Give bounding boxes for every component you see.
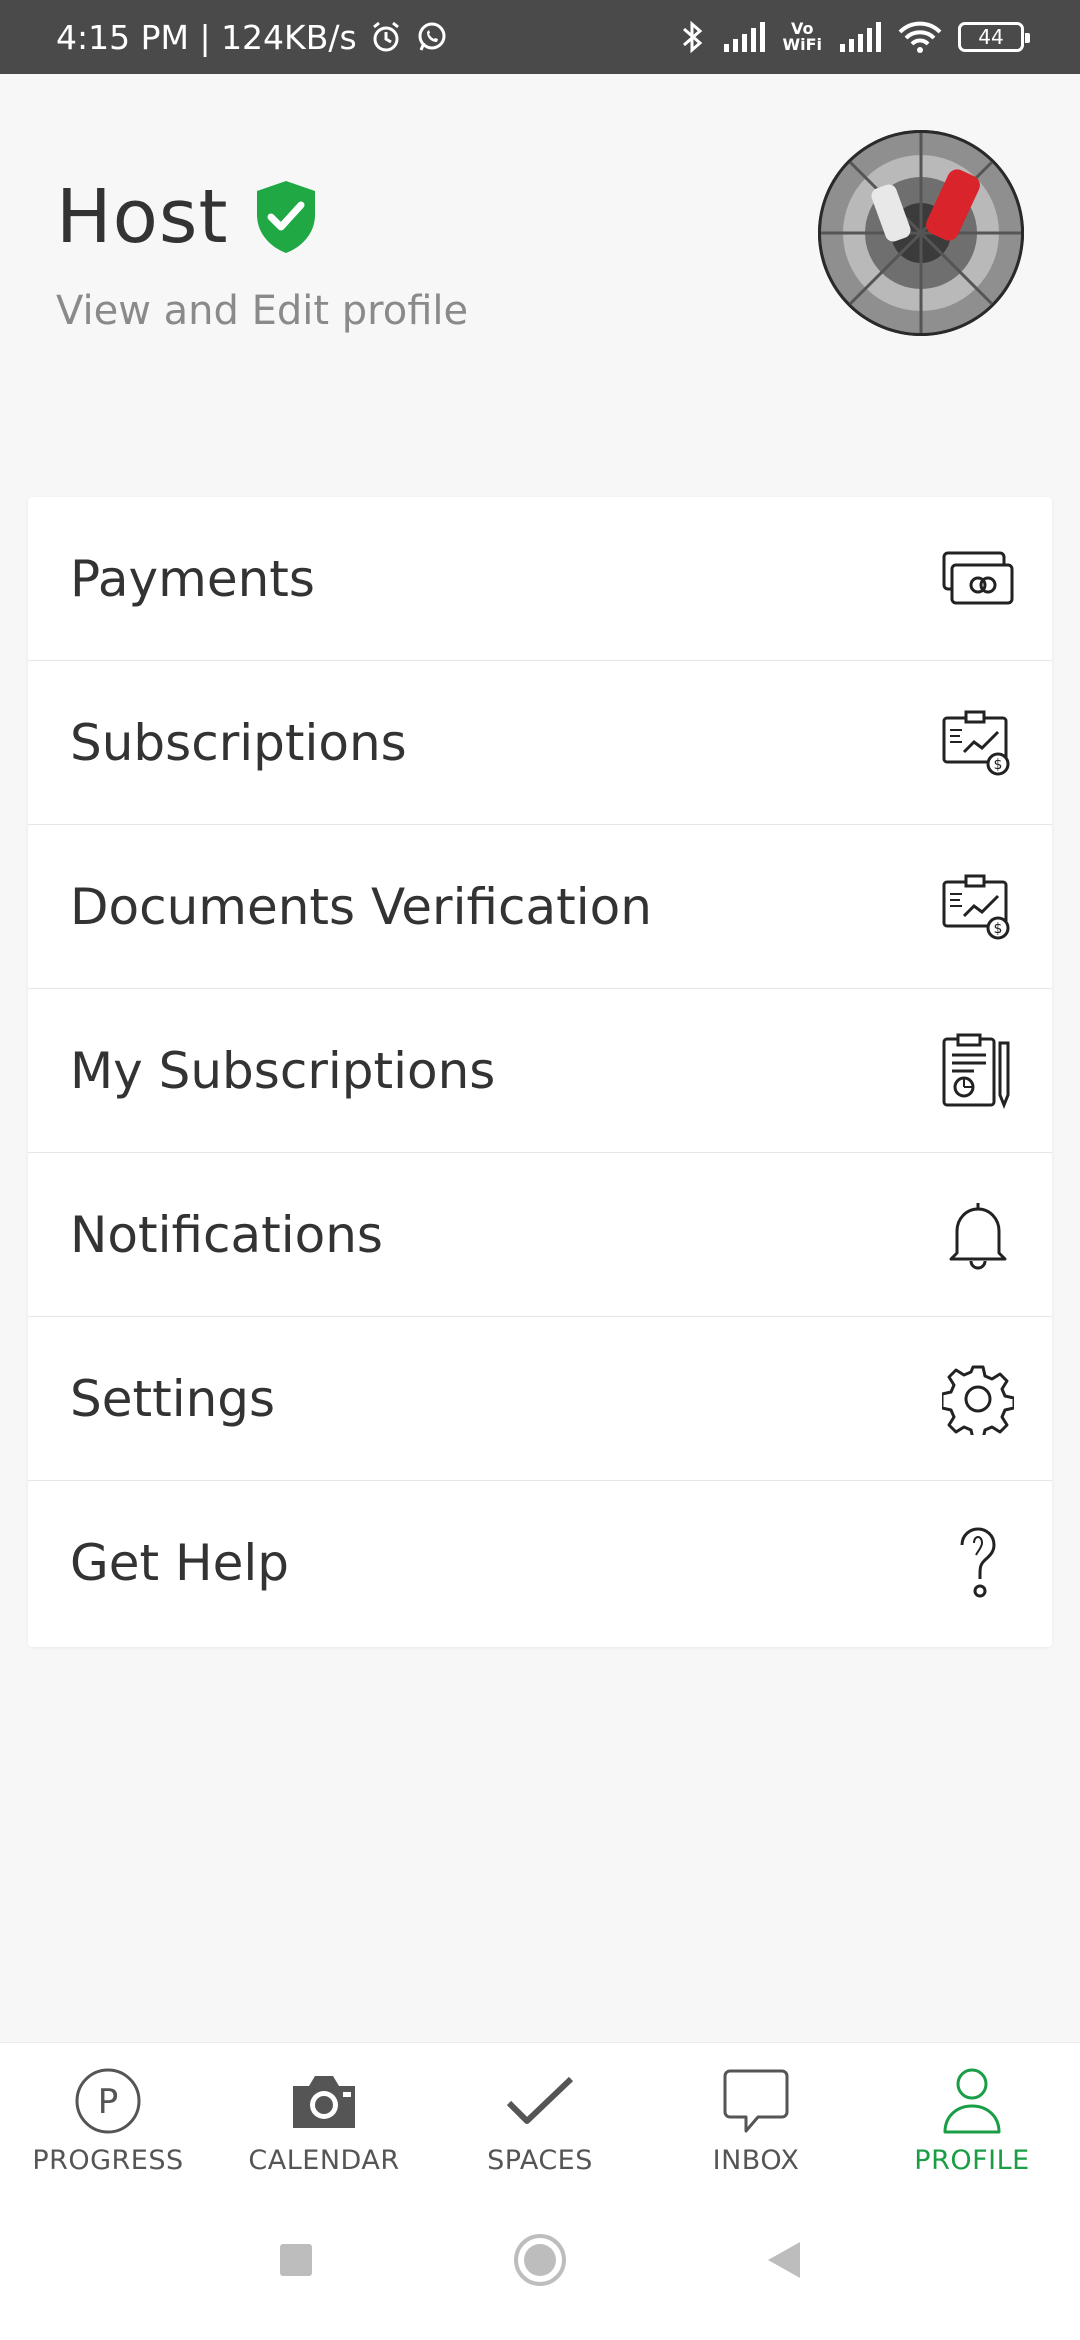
check-icon (504, 2065, 576, 2137)
status-bar: 4:15 PM | 124KB/s Vo WiFi 44 (0, 0, 1080, 74)
menu-item-label: Payments (70, 549, 315, 608)
menu-item-label: My Subscriptions (70, 1041, 496, 1100)
home-button[interactable] (510, 2230, 570, 2290)
nav-spaces[interactable]: SPACES (432, 2043, 648, 2183)
menu-item-label: Subscriptions (70, 713, 407, 772)
back-button[interactable] (754, 2230, 814, 2290)
signal-icon (722, 20, 766, 54)
bottom-nav: P PROGRESS CALENDAR SPACES INBOX PROFILE (0, 2042, 1080, 2182)
menu-item-label: Settings (70, 1369, 276, 1428)
menu-item-my-subscriptions[interactable]: My Subscriptions (28, 989, 1052, 1153)
signal-icon-2 (838, 20, 882, 54)
svg-text:$: $ (994, 757, 1003, 773)
bluetooth-icon (680, 19, 706, 55)
nav-label: PROGRESS (32, 2145, 184, 2176)
nav-profile[interactable]: PROFILE (864, 2043, 1080, 2183)
person-icon (936, 2065, 1008, 2137)
status-time-speed: 4:15 PM | 124KB/s (56, 17, 357, 57)
whatsapp-icon (415, 20, 449, 54)
menu-item-documents-verification[interactable]: Documents Verification $ (28, 825, 1052, 989)
view-edit-profile-link[interactable]: View and Edit profile (56, 288, 468, 334)
menu-item-settings[interactable]: Settings (28, 1317, 1052, 1481)
wifi-icon (898, 20, 942, 54)
nav-label: INBOX (712, 2145, 800, 2176)
verified-shield-icon (253, 179, 319, 255)
question-icon (938, 1523, 1018, 1603)
chat-bubble-icon (720, 2065, 792, 2137)
avatar[interactable] (818, 130, 1024, 336)
svg-text:P: P (98, 2082, 119, 2122)
menu-item-label: Documents Verification (70, 877, 652, 936)
nav-progress[interactable]: P PROGRESS (0, 2043, 216, 2183)
camera-icon (288, 2065, 360, 2137)
recents-button[interactable] (266, 2230, 326, 2290)
clipboard-pen-icon (938, 1031, 1018, 1111)
nav-inbox[interactable]: INBOX (648, 2043, 864, 2183)
svg-text:$: $ (994, 921, 1003, 937)
nav-label: CALENDAR (248, 2145, 400, 2176)
profile-title: Host (56, 174, 319, 260)
parking-icon: P (72, 2065, 144, 2137)
status-left: 4:15 PM | 124KB/s (56, 0, 449, 74)
menu-item-label: Get Help (70, 1534, 289, 1592)
report-dollar-icon: $ (938, 867, 1018, 947)
gear-icon (938, 1359, 1018, 1439)
bell-icon (938, 1195, 1018, 1275)
profile-header: Host View and Edit profile (0, 74, 1080, 434)
vowifi-icon: Vo WiFi (782, 19, 822, 54)
nav-label: PROFILE (914, 2145, 1030, 2176)
status-right: Vo WiFi 44 (680, 0, 1030, 74)
system-nav-bar (0, 2182, 1080, 2340)
nav-label: SPACES (487, 2145, 593, 2176)
menu-item-subscriptions[interactable]: Subscriptions $ (28, 661, 1052, 825)
menu-item-notifications[interactable]: Notifications (28, 1153, 1052, 1317)
nav-calendar[interactable]: CALENDAR (216, 2043, 432, 2183)
menu-item-label: Notifications (70, 1205, 383, 1264)
profile-menu: Payments Subscriptions $ Documents Verif… (28, 497, 1052, 1647)
profile-name: Host (56, 174, 229, 260)
menu-item-payments[interactable]: Payments (28, 497, 1052, 661)
battery-icon: 44 (958, 22, 1030, 52)
report-dollar-icon: $ (938, 703, 1018, 783)
cards-icon (938, 539, 1018, 619)
alarm-icon (369, 20, 403, 54)
menu-item-get-help[interactable]: Get Help (28, 1481, 1052, 1645)
